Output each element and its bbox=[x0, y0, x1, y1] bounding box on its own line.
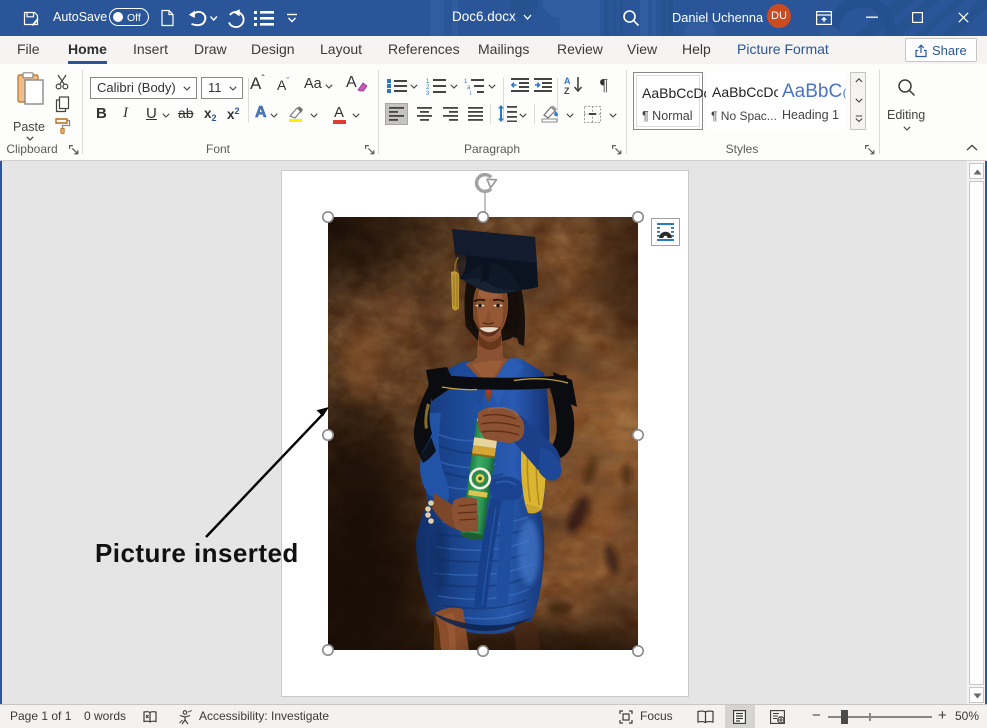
svg-text:A: A bbox=[564, 76, 571, 86]
svg-text:3: 3 bbox=[426, 91, 430, 95]
svg-text:i: i bbox=[470, 91, 471, 95]
svg-text:Z: Z bbox=[564, 86, 570, 95]
